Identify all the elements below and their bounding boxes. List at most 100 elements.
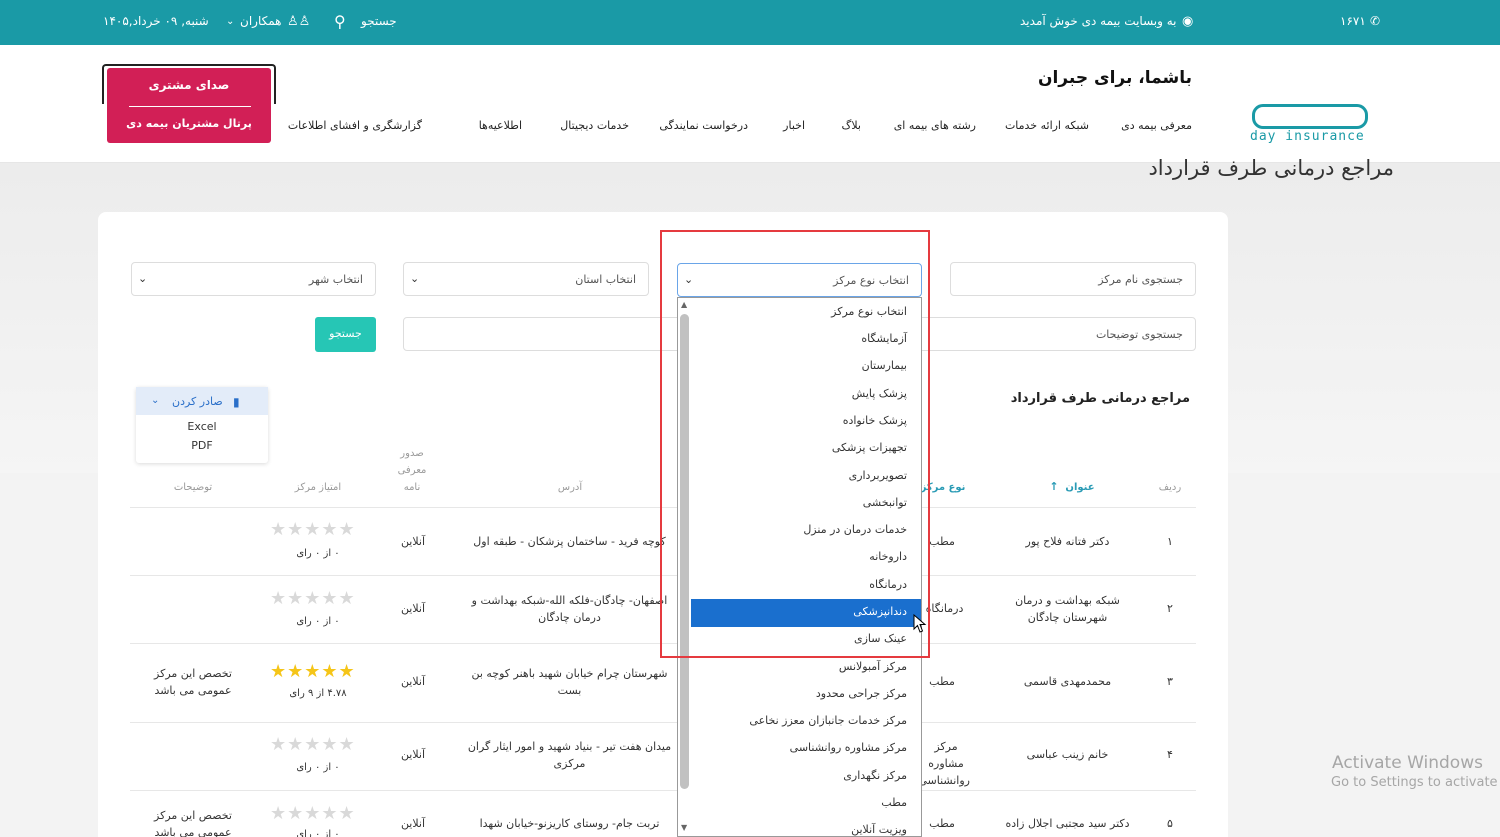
phone-icon: ✆ (1370, 14, 1381, 28)
users-icon: ♙♙ (287, 14, 311, 29)
colleagues-menu[interactable]: همکاران (240, 0, 282, 45)
cell-type: مطب (929, 675, 955, 688)
rating-stars[interactable]: ★★★★★ (270, 588, 356, 609)
col-header-row: ردیف (1158, 482, 1182, 493)
highlight-annotation (660, 230, 930, 658)
export-menu: ▮ صادر کردن ⌄ Excel PDF (136, 387, 268, 463)
cell-row-number: ۵ (1167, 817, 1173, 830)
date-text: شنبه, ۰۹ خرداد,۱۴۰۵ (103, 14, 209, 28)
nav-disclosure[interactable]: گزارشگری و افشای اطلاعات (288, 119, 422, 132)
cell-description: تخصص این مرکز عمومی می باشد (154, 667, 232, 697)
star-icon: ★★★★★ (270, 803, 356, 824)
cell-row-number: ۱ (1167, 535, 1173, 548)
cell-issuance: آنلاین (400, 602, 426, 615)
rating-text: ۰ از ۰ رای (296, 616, 340, 627)
search-icon[interactable]: ⚲ (334, 0, 346, 45)
customer-portal-link[interactable]: پرتال مشتریان بیمه دی (107, 117, 271, 130)
cell-title: خانم زینب عباسی (1026, 748, 1109, 761)
province-value: انتخاب استان (575, 273, 636, 286)
city-value: انتخاب شهر (308, 273, 363, 286)
logo-text[interactable]: day insurance (1250, 129, 1365, 144)
search-button[interactable]: جستجو (315, 317, 376, 352)
nav-network[interactable]: شبکه ارائه خدمات (1005, 119, 1089, 132)
divider (129, 106, 251, 107)
nav-digital-services[interactable]: خدمات دیجیتال (560, 119, 629, 132)
table-title: مراجع درمانی طرف قرارداد (1010, 391, 1190, 406)
customer-voice-box[interactable]: صدای مشتری پرتال مشتریان بیمه دی (107, 68, 271, 143)
cell-address: تربت جام- روستای کاریزنو-خیابان شهدا (479, 817, 660, 830)
dropdown-option[interactable]: مرکز خدمات جانبازان معزز نخاعی (749, 714, 907, 727)
nav-announcements[interactable]: اطلاعیه‌ها (479, 119, 522, 132)
rating-stars[interactable]: ★★★★★ (270, 734, 356, 755)
dropdown-option[interactable]: مرکز آمبولانس (839, 660, 907, 673)
center-name-placeholder: جستجوی نام مرکز (1098, 273, 1183, 286)
export-excel[interactable]: Excel (136, 420, 268, 433)
col-header-address: آدرس (557, 482, 583, 493)
page-title: مراجع درمانی طرف قرارداد (1148, 156, 1394, 180)
cell-issuance: آنلاین (400, 817, 426, 830)
row-divider (130, 722, 1196, 723)
dropdown-option[interactable]: مرکز نگهداری (843, 769, 907, 782)
customer-voice-link[interactable]: صدای مشتری (107, 78, 271, 92)
rating-text: ۰ از ۰ رای (296, 762, 340, 773)
cell-title: دکتر سید مجتبی اجلال زاده (1005, 817, 1130, 830)
activate-windows-subtitle: Go to Settings to activate W (1331, 775, 1500, 790)
star-icon: ★★★★★ (270, 661, 356, 682)
row-divider (130, 790, 1196, 791)
cell-address: کوچه فرید - ساختمان پزشکان - طبقه اول (473, 535, 666, 548)
cell-type: مطب (929, 817, 955, 830)
top-bar: ✆ ۱۶۷۱ ◉ به وبسایت بیمه دی خوش آمدید جست… (0, 0, 1500, 45)
dropdown-option[interactable]: مرکز جراحی محدود (816, 687, 907, 700)
file-icon: ▮ (233, 395, 240, 409)
dropdown-option[interactable]: مرکز مشاوره روانشناسی (790, 741, 907, 754)
cell-row-number: ۲ (1167, 602, 1173, 615)
logo-mark[interactable] (1252, 104, 1368, 129)
sort-up-icon[interactable]: ↑ (1047, 480, 1061, 493)
cell-title: دکتر فتانه فلاح پور (1025, 535, 1110, 548)
cell-issuance: آنلاین (400, 675, 426, 688)
col-header-issuance: صدور معرفی نامه (397, 448, 427, 493)
cell-type: مرکز مشاوره روانشناسی (918, 740, 970, 787)
cell-address: شهرستان چرام خیابان شهید باهنر کوچه بن ب… (471, 667, 668, 697)
cell-row-number: ۳ (1167, 675, 1173, 688)
star-icon: ★★★★★ (270, 588, 356, 609)
star-icon: ★★★★★ (270, 519, 356, 540)
rating-stars[interactable]: ★★★★★ (270, 519, 356, 540)
search-link[interactable]: جستجو (361, 0, 397, 45)
welcome-text: به وبسایت بیمه دی خوش آمدید (1020, 14, 1177, 28)
chevron-down-icon: ⌄ (138, 272, 148, 285)
cell-address: میدان هفت تیر - بنیاد شهید و امور ایثار … (467, 740, 672, 770)
cell-address: اصفهان- چادگان-فلکه الله-شبکه بهداشت و د… (471, 594, 668, 624)
phone-number[interactable]: ۱۶۷۱ (1340, 0, 1366, 45)
cell-row-number: ۴ (1167, 748, 1173, 761)
nav-news[interactable]: اخبار (783, 119, 805, 132)
nav-blog[interactable]: بلاگ (842, 119, 861, 132)
cell-title: شبکه بهداشت و درمان شهرستان چادگان (1015, 594, 1120, 624)
export-button[interactable]: ▮ صادر کردن ⌄ (136, 387, 268, 415)
scroll-down-icon[interactable]: ▼ (681, 823, 687, 832)
center-name-input[interactable]: جستجوی نام مرکز (950, 262, 1196, 296)
province-select[interactable]: انتخاب استان ⌄ (403, 262, 649, 296)
rating-stars[interactable]: ★★★★★ (270, 803, 356, 824)
rating-stars[interactable]: ★★★★★ (270, 661, 356, 682)
description-placeholder: جستجوی توضیحات (1095, 328, 1183, 341)
rating-text: ۴.۷۸ از ۹ رای (289, 688, 347, 699)
dropdown-option[interactable]: مطب (881, 796, 907, 809)
nav-about[interactable]: معرفی بیمه دی (1121, 119, 1192, 132)
chevron-down-icon: ⌄ (410, 272, 420, 285)
city-select[interactable]: انتخاب شهر ⌄ (131, 262, 376, 296)
dropdown-option[interactable]: ویزیت آنلاین (851, 823, 907, 836)
cell-description: تخصص این مرکز عمومی می باشد (154, 809, 232, 837)
nav-insurance-fields[interactable]: رشته های بیمه ای (894, 119, 976, 132)
col-header-rating: امتیاز مرکز (294, 482, 342, 493)
chevron-down-icon: ⌄ (151, 395, 160, 406)
cell-title: محمدمهدی قاسمی (1023, 675, 1112, 688)
export-pdf[interactable]: PDF (136, 439, 268, 452)
col-header-title[interactable]: عنوان (1060, 482, 1100, 493)
export-label: صادر کردن (172, 395, 223, 408)
target-icon: ◉ (1182, 14, 1194, 29)
cell-issuance: آنلاین (400, 535, 426, 548)
nav-agency-request[interactable]: درخواست نمایندگی (659, 119, 748, 132)
chevron-down-icon[interactable]: ⌄ (226, 0, 234, 45)
rating-text: ۰ از ۰ رای (296, 548, 340, 559)
